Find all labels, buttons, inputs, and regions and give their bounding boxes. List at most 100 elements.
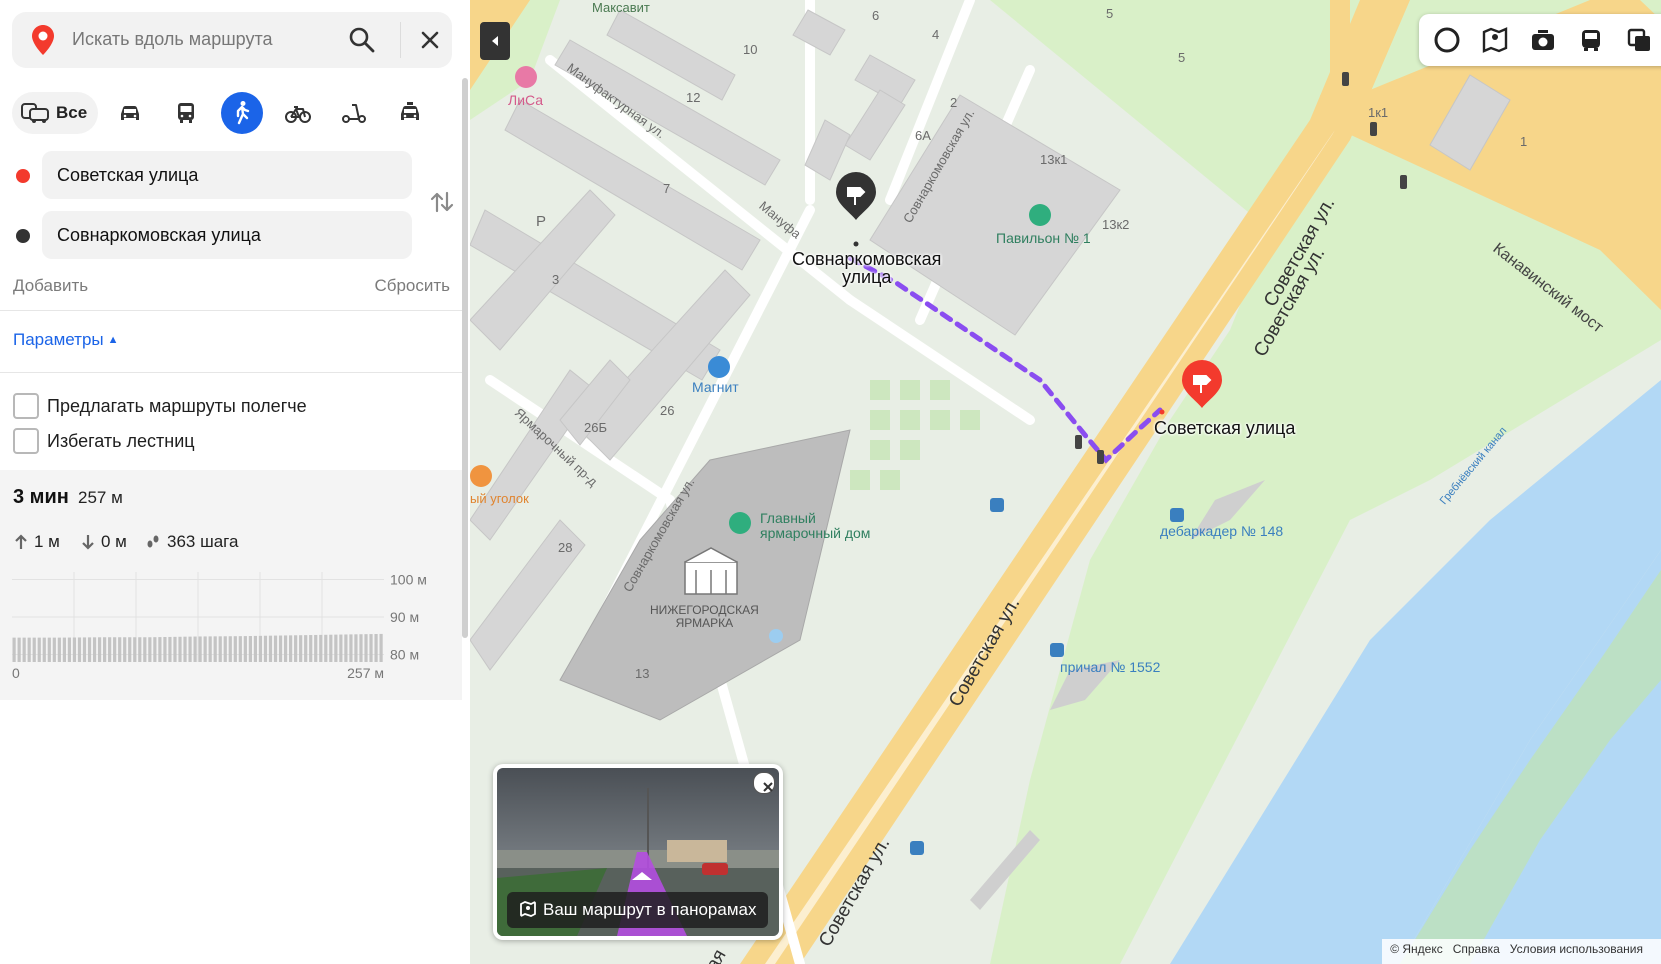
route-summary-card[interactable]: 3 мин 257 м 1 м 0 м 363 шага 100 м 90 м 80… <box>0 470 462 700</box>
elevation-bar <box>57 637 61 662</box>
params-toggle[interactable]: Параметры ▲ <box>13 330 119 350</box>
elevation-bar <box>77 637 82 662</box>
elevation-bar <box>118 637 122 662</box>
elevation-bar <box>32 637 36 662</box>
panorama-close-button[interactable] <box>753 772 775 794</box>
elevation-x-label-start: 0 <box>12 665 20 681</box>
elevation-bar <box>374 633 378 662</box>
start-point-text: Советская улица <box>57 165 199 185</box>
pavilion-icon <box>1029 204 1051 226</box>
map-label-main-fair-house: Главный ярмарочный дом <box>760 510 871 541</box>
arrow-up-icon <box>15 534 27 549</box>
camera-icon[interactable] <box>1529 26 1557 54</box>
layers-icon[interactable] <box>1625 26 1653 54</box>
collapse-panel-button[interactable] <box>480 22 510 60</box>
panorama-route-button[interactable]: Ваш маршрут в панорамах <box>507 892 769 928</box>
swap-icon[interactable] <box>428 188 456 216</box>
elevation-bar <box>273 635 278 662</box>
map-label-prichal: причал № 1552 <box>1060 659 1161 675</box>
elevation-bar <box>123 637 127 662</box>
pedestrian-crossing-icon <box>990 498 1004 512</box>
landmark-icon <box>729 512 751 534</box>
house-number: 1 <box>1520 134 1528 149</box>
copyright-link[interactable]: © Яндекс <box>1390 942 1443 956</box>
mode-car-button[interactable] <box>109 92 151 134</box>
parking-label: P <box>536 213 547 230</box>
mode-taxi-button[interactable] <box>389 92 431 134</box>
traffic-light-icon <box>1400 175 1407 189</box>
reset-button[interactable]: Сбросить <box>374 276 450 296</box>
house-number: 7 <box>663 181 671 196</box>
house-number: 5 <box>1178 50 1186 65</box>
end-point-field[interactable]: Совнаркомовская улица <box>42 211 412 259</box>
mode-bus-button[interactable] <box>165 92 207 134</box>
elevation-bar <box>67 637 72 662</box>
triangle-left-icon <box>492 36 498 46</box>
route-distance: 257 м <box>78 488 123 507</box>
mode-scooter-button[interactable] <box>333 92 375 134</box>
mode-walk-button[interactable] <box>221 92 263 134</box>
elevation-bar <box>324 634 328 662</box>
anchor-icon <box>1050 643 1064 657</box>
all-transport-icon <box>21 103 49 123</box>
car-icon <box>121 106 139 120</box>
divider <box>0 372 462 373</box>
panorama-map-icon[interactable] <box>1481 26 1509 54</box>
start-pin-label: Советская улица <box>1154 418 1296 438</box>
bicycle-icon <box>285 106 311 123</box>
elevation-bar <box>97 637 102 662</box>
search-input[interactable]: Искать вдоль маршрута <box>72 29 273 50</box>
transit-icon[interactable] <box>1577 26 1605 54</box>
arrow-down-icon <box>82 535 94 550</box>
route-search-box[interactable]: Искать вдоль маршрута <box>12 12 452 68</box>
taxi-icon <box>401 102 419 120</box>
bus-icon <box>178 103 194 123</box>
avoid-stairs-checkbox[interactable] <box>13 428 39 454</box>
elevation-bar <box>329 634 333 662</box>
end-pin-label: Совнаркомовская улица <box>792 249 942 287</box>
help-link[interactable]: Справка <box>1453 942 1500 956</box>
elevation-bar <box>87 637 92 662</box>
house-number: 12 <box>686 90 701 105</box>
traffic-light-icon <box>1075 435 1082 449</box>
elevation-bar <box>17 637 21 662</box>
end-point-text: Совнаркомовская улица <box>57 225 261 245</box>
location-pin-icon <box>32 25 54 55</box>
elevation-bar <box>153 637 157 662</box>
descent-value: 0 м <box>101 532 127 551</box>
close-icon[interactable] <box>416 26 444 54</box>
mode-all-button[interactable]: Все <box>12 92 98 134</box>
avoid-stairs-label: Избегать лестниц <box>47 431 195 451</box>
house-number: 6 <box>872 8 880 23</box>
easier-routes-checkbox[interactable] <box>13 393 39 419</box>
elevation-bar <box>178 636 182 662</box>
terms-link[interactable]: Условия использования <box>1510 942 1643 956</box>
search-icon[interactable] <box>348 26 376 54</box>
route-panorama-card[interactable]: Ваш маршрут в панорамах <box>493 764 783 940</box>
route-panel: Искать вдоль маршрута Все Советская улиц… <box>0 0 470 964</box>
elevation-x-label-end: 257 м <box>347 665 384 681</box>
elevation-bar <box>47 637 51 662</box>
elevation-bar <box>369 634 373 662</box>
elevation-bar <box>309 635 313 662</box>
elevation-bar <box>364 634 368 662</box>
add-waypoint-button[interactable]: Добавить <box>13 276 88 296</box>
elevation-bar <box>258 635 263 662</box>
elevation-bar <box>253 635 258 662</box>
elevation-bar <box>289 635 293 662</box>
elevation-y-label-100: 100 м <box>390 572 427 588</box>
mode-bike-button[interactable] <box>277 92 319 134</box>
panorama-route-label: Ваш маршрут в панорамах <box>543 900 757 919</box>
divider <box>400 22 401 58</box>
elevation-bar <box>72 637 77 662</box>
panel-scrollbar[interactable] <box>462 78 468 638</box>
house-number: 10 <box>743 42 758 57</box>
pedestrian-icon <box>236 101 250 125</box>
alice-icon[interactable] <box>1433 26 1461 54</box>
map-view[interactable]: Максавит ЛиСа Мануфактурная ул. Мануфа С… <box>470 0 1661 964</box>
start-point-field[interactable]: Советская улица <box>42 151 412 199</box>
map-label-pavilion: Павильон № 1 <box>996 230 1091 246</box>
elevation-bar <box>52 637 56 662</box>
triangle-up-icon: ▲ <box>107 334 119 346</box>
elevation-bar <box>379 633 383 662</box>
